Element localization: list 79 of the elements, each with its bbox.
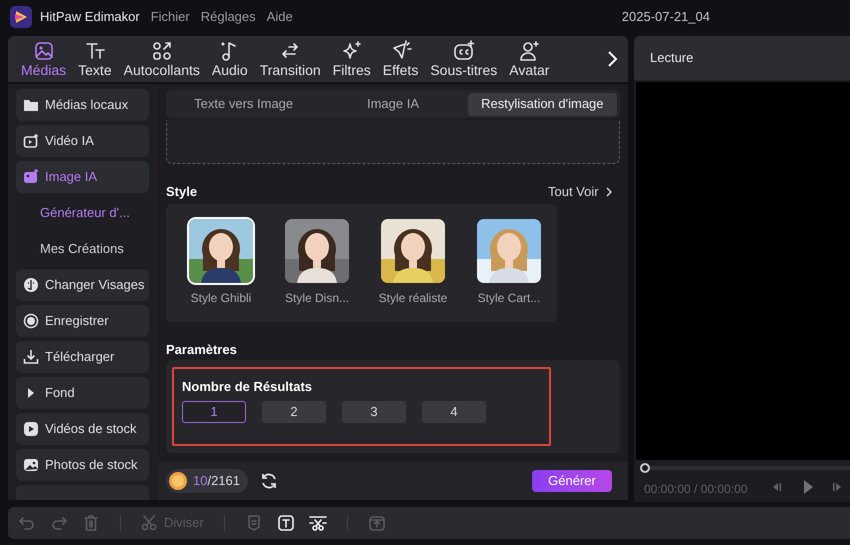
category-tab[interactable]: Effets <box>378 40 424 78</box>
app-logo-icon <box>10 6 32 28</box>
upload-box-icon <box>368 514 386 532</box>
project-name: 2025-07-21_04 <box>622 8 710 26</box>
timeline-track[interactable] <box>640 463 850 473</box>
mode-tab[interactable]: Texte vers Image <box>169 92 318 116</box>
panel-title: Lecture <box>650 49 694 68</box>
style-option[interactable]: Style Disn... <box>274 219 360 322</box>
cut-button[interactable] <box>308 514 327 532</box>
count-option[interactable]: 4 <box>422 401 486 423</box>
trash-icon <box>82 514 100 532</box>
style-option[interactable]: Style Cart... <box>466 219 552 322</box>
sidebar-item[interactable]: Changer Visages <box>16 269 149 301</box>
style-option[interactable]: Style Ghibli <box>178 219 264 322</box>
step-back-icon <box>772 481 782 493</box>
chevron-right-icon <box>604 186 613 198</box>
cut-icon <box>308 514 327 532</box>
category-tab[interactable]: Filtres <box>328 40 376 78</box>
scissors-icon <box>141 514 159 532</box>
next-frame-button[interactable] <box>832 481 842 493</box>
sidebar-subitem[interactable]: Mes Créations <box>16 233 158 265</box>
download-icon <box>23 349 39 365</box>
app-name: HitPaw Edimakor <box>40 8 140 26</box>
menu-item[interactable]: Réglages <box>200 7 256 27</box>
shapes-icon <box>150 40 173 62</box>
category-tab[interactable]: Sous-titres <box>425 40 502 78</box>
text-box-icon <box>276 514 295 532</box>
play-button[interactable] <box>802 479 814 495</box>
person-icon <box>518 40 540 62</box>
credit-count: 10/2161 <box>193 472 240 490</box>
mode-tab[interactable]: Restylisation d'image <box>468 92 617 116</box>
video-icon <box>23 133 39 149</box>
category-tab[interactable]: Médias <box>16 40 72 78</box>
sidebar-item[interactable]: Photos de stock <box>16 449 149 481</box>
previous-frame-button[interactable] <box>772 481 782 493</box>
photo-icon <box>23 457 39 473</box>
style-option[interactable]: Style réaliste <box>370 219 456 322</box>
play-icon <box>802 479 814 495</box>
image-icon <box>32 40 55 62</box>
timecode: 00:00:00 / 00:00:00 <box>644 481 748 498</box>
folder-icon <box>23 97 39 113</box>
mode-tab[interactable]: Image IA <box>318 92 468 116</box>
coin-icon <box>169 472 187 490</box>
sidebar-subitem[interactable]: Générateur d'... <box>16 197 158 229</box>
menu-item[interactable]: Aide <box>266 7 293 27</box>
text-button[interactable] <box>276 514 295 532</box>
category-tab[interactable]: Autocollants <box>118 40 205 78</box>
category-tab[interactable]: Avatar <box>504 40 554 78</box>
sidebar-item[interactable]: Enregistrer <box>16 305 149 337</box>
face-swap-icon <box>23 277 39 293</box>
field-label: Nombre de Résultats <box>182 378 312 396</box>
section-title: Paramètres <box>166 341 237 359</box>
sidebar-item[interactable]: Fond <box>16 377 149 409</box>
category-tab[interactable]: Audio <box>206 40 253 78</box>
sidebar-item[interactable]: Vidéos de stock <box>16 413 149 445</box>
refresh-icon <box>260 472 278 490</box>
sidebar-item[interactable]: Télécharger <box>16 341 149 373</box>
chevron-right-icon <box>606 49 618 69</box>
see-all-link[interactable]: Tout Voir <box>548 182 613 202</box>
play-icon <box>23 421 39 437</box>
sidebar-item[interactable]: Vidéo IA <box>16 125 149 157</box>
record-icon <box>23 313 39 329</box>
count-option[interactable]: 1 <box>182 401 246 423</box>
image-icon <box>23 169 39 185</box>
refresh-button[interactable] <box>260 472 278 490</box>
step-forward-icon <box>832 481 842 493</box>
captions-icon <box>452 40 475 62</box>
redo-icon <box>50 514 68 532</box>
section-title: Style <box>166 183 198 201</box>
count-option[interactable]: 2 <box>262 401 326 423</box>
sidebar-item[interactable]: Image IA <box>16 161 149 193</box>
menu-item[interactable]: Fichier <box>150 7 190 27</box>
category-tab[interactable]: Transition <box>254 40 326 78</box>
undo-icon <box>18 514 36 532</box>
generate-button[interactable]: Générer <box>532 470 612 492</box>
playhead-handle[interactable] <box>640 463 650 473</box>
category-tab[interactable]: Texte <box>73 40 117 78</box>
sidebar-item[interactable]: Médias locaux <box>16 89 149 121</box>
count-option[interactable]: 3 <box>342 401 406 423</box>
